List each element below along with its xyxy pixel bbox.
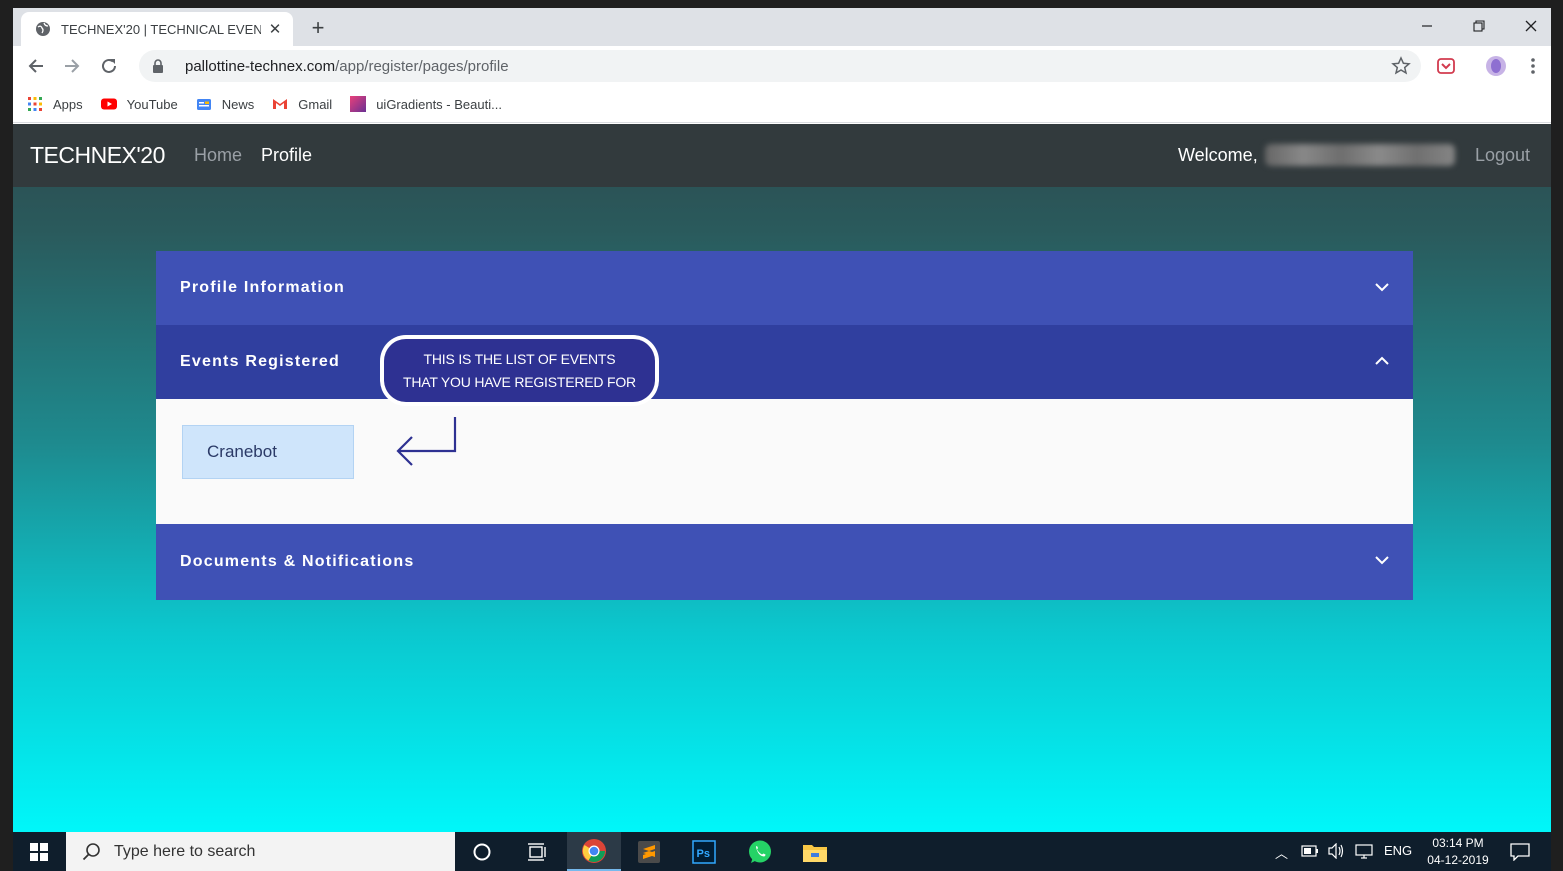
svg-text:Ps: Ps: [697, 848, 710, 860]
callout-line-1: THIS IS THE LIST OF EVENTS: [423, 350, 616, 367]
close-window-icon[interactable]: [1507, 12, 1551, 40]
accordion: Profile Information Events Registered Cr…: [156, 251, 1413, 600]
apps-grid-icon: [28, 97, 42, 111]
forward-arrow-icon[interactable]: [60, 54, 84, 78]
windows-start-icon[interactable]: [13, 832, 65, 871]
site-navbar: TECHNEX'20 Home Profile Welcome, Logout: [13, 124, 1551, 187]
page-content: TECHNEX'20 Home Profile Welcome, Logout …: [13, 124, 1551, 832]
section-title: Documents & Notifications: [180, 553, 415, 570]
photoshop-icon[interactable]: Ps: [678, 832, 730, 871]
back-arrow-icon[interactable]: [24, 54, 48, 78]
windows-taskbar: Type here to search Ps ︿ ENG 03:14 PM 04…: [13, 832, 1551, 871]
event-item-cranebot[interactable]: Cranebot: [182, 425, 354, 479]
logout-link[interactable]: Logout: [1475, 145, 1530, 166]
bookmark-gmail[interactable]: Gmail: [272, 96, 332, 112]
file-explorer-icon[interactable]: [789, 832, 841, 871]
search-placeholder: Type here to search: [114, 842, 256, 860]
sublime-text-icon[interactable]: [623, 832, 675, 871]
news-icon: [196, 99, 211, 110]
pocket-extension-icon[interactable]: [1435, 55, 1457, 77]
network-icon[interactable]: [1355, 843, 1375, 859]
chrome-taskbar-icon[interactable]: [567, 832, 621, 871]
chevron-down-icon: [1375, 556, 1389, 565]
documents-notifications-header[interactable]: Documents & Notifications: [156, 524, 1413, 600]
tray-chevron-up-icon[interactable]: ︿: [1275, 843, 1288, 862]
return-arrow-icon: [396, 417, 457, 466]
volume-icon[interactable]: [1327, 843, 1345, 859]
bookmark-news[interactable]: News: [196, 96, 254, 112]
site-brand[interactable]: TECHNEX'20: [30, 142, 165, 169]
clock-time: 03:14 PM: [1432, 836, 1484, 850]
section-title: Profile Information: [180, 279, 346, 296]
new-tab-icon[interactable]: +: [307, 15, 329, 41]
url-text: pallottine-technex.com/app/register/page…: [185, 57, 509, 75]
search-icon: [82, 842, 100, 860]
browser-toolbar: pallottine-technex.com/app/register/page…: [13, 46, 1551, 86]
restore-icon[interactable]: [1455, 12, 1503, 40]
clock-date: 04-12-2019: [1427, 853, 1489, 867]
chevron-up-icon: [1375, 356, 1389, 365]
cortana-icon[interactable]: [456, 832, 508, 871]
chevron-down-icon: [1375, 283, 1389, 292]
bookmarks-bar: Apps YouTube News Gmail uiGradients - Be…: [13, 86, 1551, 123]
close-tab-icon[interactable]: ✕: [267, 20, 283, 38]
blurred-username: [1265, 144, 1455, 166]
callout-line-2: THAT YOU HAVE REGISTERED FOR: [403, 373, 636, 390]
welcome-text: Welcome,: [1178, 145, 1258, 165]
events-registered-header[interactable]: Events Registered: [156, 325, 1413, 399]
minimize-icon[interactable]: [1403, 12, 1451, 40]
uigradients-icon: [350, 96, 367, 112]
section-title: Events Registered: [180, 353, 341, 370]
language-indicator[interactable]: ENG: [1384, 843, 1412, 858]
profile-information-header[interactable]: Profile Information: [156, 251, 1413, 325]
notification-center-icon[interactable]: [1510, 843, 1530, 861]
reload-icon[interactable]: [97, 54, 121, 78]
battery-icon[interactable]: [1301, 845, 1319, 857]
chrome-menu-icon[interactable]: [1522, 55, 1544, 77]
instruction-callout: THIS IS THE LIST OF EVENTS THAT YOU HAVE…: [380, 335, 659, 406]
globe-icon: [36, 22, 50, 36]
browser-window: TECHNEX'20 | TECHNICAL EVENTS ✕ + pallot…: [13, 8, 1551, 871]
youtube-icon: [100, 98, 117, 110]
bookmark-star-icon[interactable]: [1391, 56, 1411, 76]
bookmark-apps[interactable]: Apps: [27, 96, 83, 112]
taskbar-clock[interactable]: 03:14 PM 04-12-2019: [1418, 835, 1498, 869]
address-bar[interactable]: pallottine-technex.com/app/register/page…: [139, 50, 1421, 82]
tab-title: TECHNEX'20 | TECHNICAL EVENTS: [61, 21, 261, 37]
bookmark-youtube[interactable]: YouTube: [100, 96, 178, 112]
nav-home-link[interactable]: Home: [194, 145, 242, 166]
browser-tab[interactable]: TECHNEX'20 | TECHNICAL EVENTS ✕: [21, 12, 293, 46]
taskbar-search[interactable]: Type here to search: [66, 832, 455, 871]
bookmark-uigradients[interactable]: uiGradients - Beauti...: [350, 96, 502, 112]
gmail-icon: [273, 99, 288, 109]
task-view-icon[interactable]: [511, 832, 563, 871]
lock-icon: [153, 59, 163, 73]
whatsapp-icon[interactable]: [734, 832, 786, 871]
profile-avatar-icon[interactable]: [1485, 55, 1507, 77]
events-registered-panel: Cranebot: [156, 399, 1413, 524]
tab-strip: TECHNEX'20 | TECHNICAL EVENTS ✕ +: [13, 8, 1551, 46]
nav-profile-link[interactable]: Profile: [261, 145, 312, 166]
